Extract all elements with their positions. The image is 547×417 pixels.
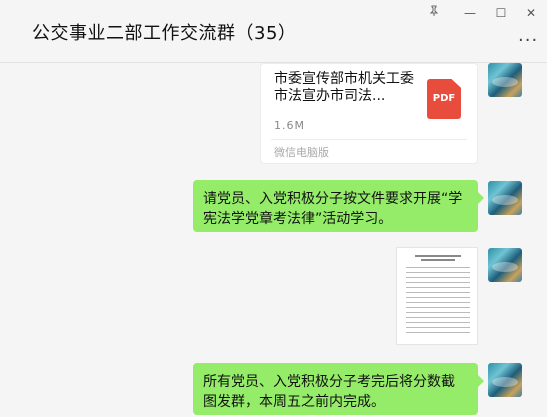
avatar[interactable] bbox=[488, 248, 522, 282]
text-message[interactable]: 所有党员、入党积极分子考完后将分数截图发群，本周五之前内完成。 bbox=[193, 363, 484, 415]
doc-text-line bbox=[406, 307, 470, 308]
doc-text-line bbox=[406, 292, 470, 293]
chat-messages[interactable]: 市委宣传部市机关工委市法宣办市司法... PDF 1.6M 微信电脑版 请党员、… bbox=[0, 63, 547, 417]
file-name: 市委宣传部市机关工委市法宣办市司法... bbox=[274, 71, 414, 104]
text-message[interactable]: 请党员、入党积极分子按文件要求开展“学宪法学党章考法律”活动学习。 bbox=[193, 180, 484, 232]
doc-text-line bbox=[406, 317, 470, 318]
divider bbox=[271, 139, 467, 140]
avatar[interactable] bbox=[488, 63, 522, 97]
pdf-icon: PDF bbox=[427, 79, 461, 119]
file-message[interactable]: 市委宣传部市机关工委市法宣办市司法... PDF 1.6M 微信电脑版 bbox=[260, 63, 478, 164]
minimize-button[interactable]: — bbox=[456, 2, 484, 24]
pin-icon[interactable] bbox=[420, 2, 448, 24]
doc-text-line bbox=[406, 277, 470, 278]
file-size: 1.6M bbox=[274, 119, 305, 132]
image-message[interactable] bbox=[396, 247, 478, 345]
doc-text-line bbox=[406, 302, 470, 303]
doc-text-line bbox=[406, 332, 470, 333]
title-bar: 公交事业二部工作交流群（35） — ☐ ✕ ··· bbox=[0, 0, 547, 63]
doc-text-line bbox=[406, 282, 470, 283]
doc-text-line bbox=[406, 287, 470, 288]
doc-title-line bbox=[421, 259, 455, 261]
avatar[interactable] bbox=[488, 363, 522, 397]
doc-text-line bbox=[406, 322, 470, 323]
doc-text-line bbox=[406, 272, 470, 273]
more-options-button[interactable]: ··· bbox=[518, 30, 538, 51]
file-source: 微信电脑版 bbox=[274, 146, 329, 159]
avatar[interactable] bbox=[488, 181, 522, 215]
chat-title: 公交事业二部工作交流群（35） bbox=[32, 23, 297, 44]
doc-text-line bbox=[406, 267, 470, 268]
doc-text-line bbox=[406, 312, 470, 313]
maximize-button[interactable]: ☐ bbox=[487, 2, 515, 24]
doc-text-line bbox=[406, 327, 470, 328]
doc-title-line bbox=[415, 255, 461, 257]
pdf-label: PDF bbox=[432, 93, 456, 104]
doc-text-line bbox=[406, 297, 470, 298]
close-button[interactable]: ✕ bbox=[517, 2, 545, 24]
